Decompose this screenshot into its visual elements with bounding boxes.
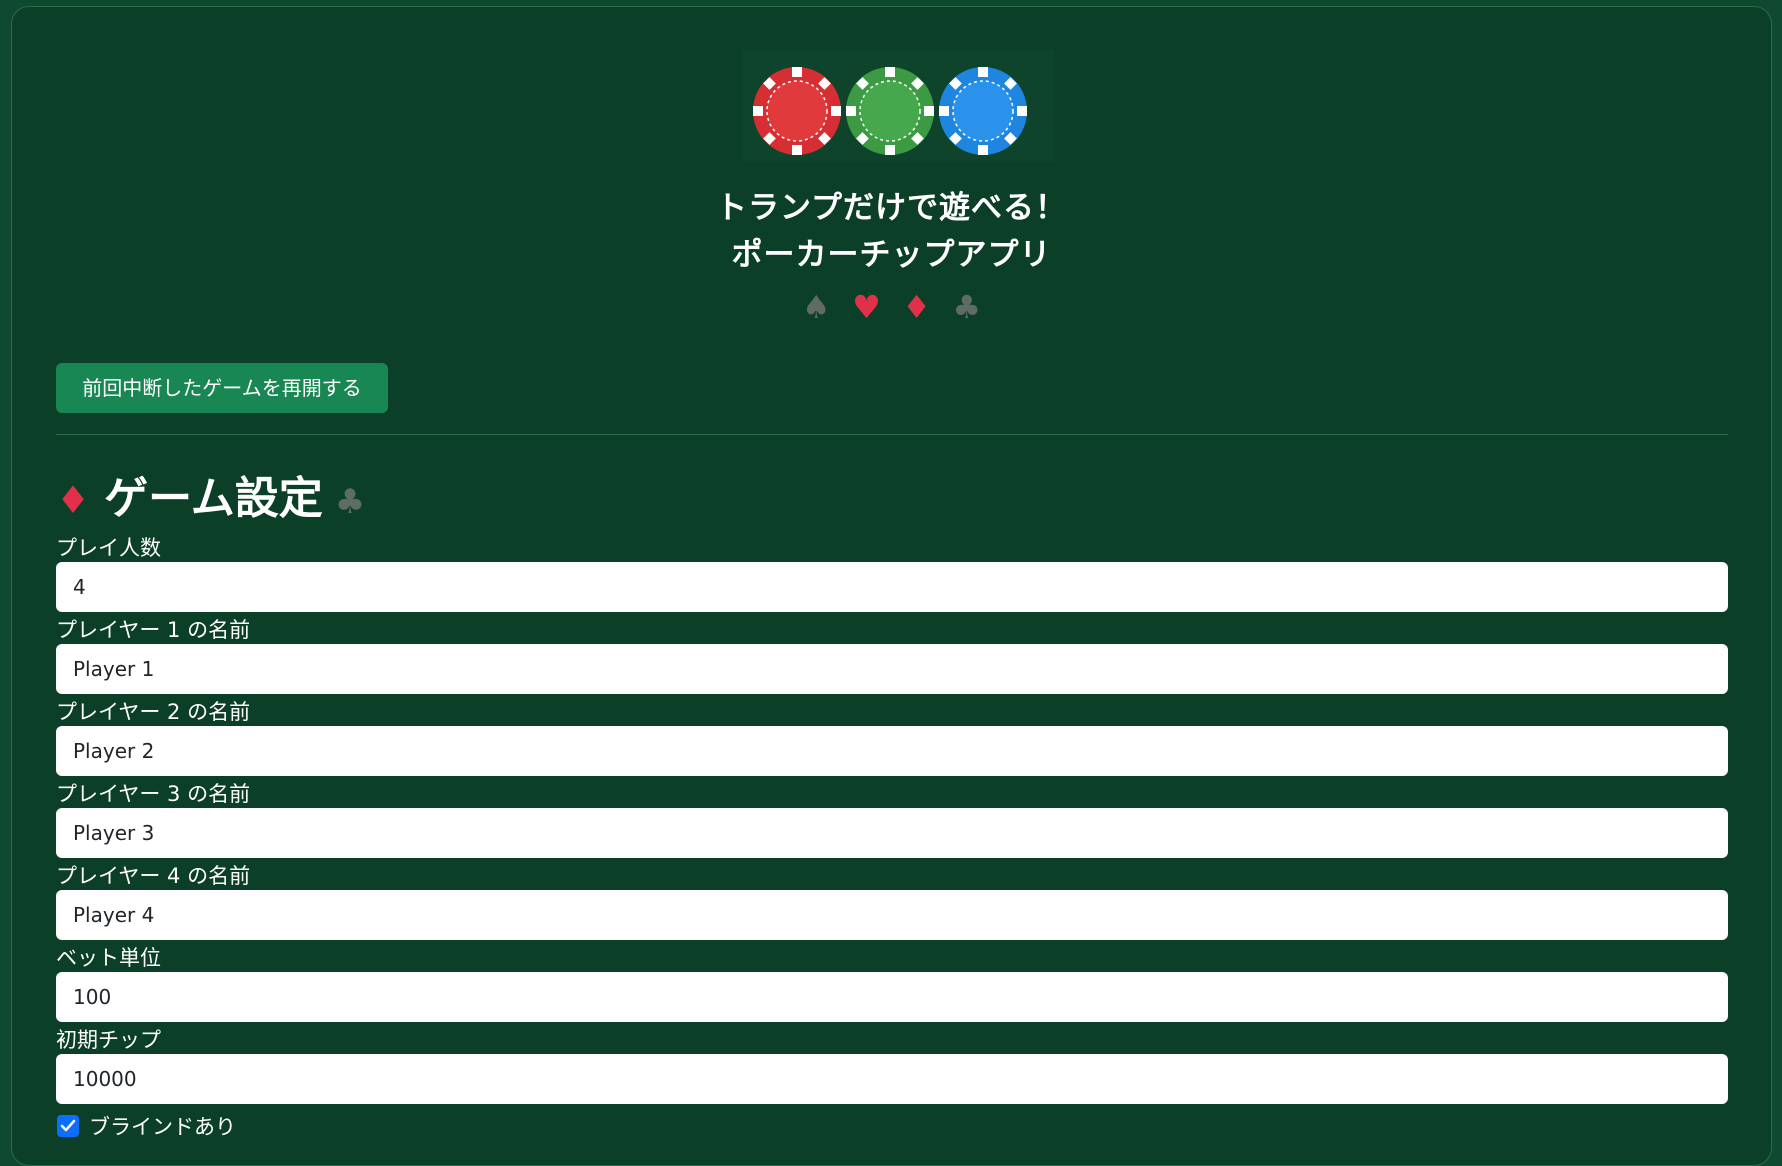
player-count-label: プレイ人数: [56, 536, 161, 560]
blind-checkbox-row[interactable]: ブラインドあり: [56, 1112, 236, 1140]
green-chip-icon: [846, 67, 934, 155]
player-1-name-label: プレイヤー 1 の名前: [56, 618, 251, 642]
main-panel: トランプだけで遊べる！ ポーカーチップアプリ ♠ ♥ ♦ ♣ 前回中断したゲーム…: [11, 6, 1772, 1166]
player-4-name-input[interactable]: [56, 890, 1728, 940]
initial-chips-input[interactable]: [56, 1054, 1728, 1104]
app-title-line2: ポーカーチップアプリ: [731, 237, 1052, 273]
spade-icon: ♠: [801, 288, 831, 326]
club-icon: ♣: [334, 482, 366, 522]
bet-unit-input[interactable]: [56, 972, 1728, 1022]
player-4-name-label: プレイヤー 4 の名前: [56, 864, 251, 888]
player-1-name-input[interactable]: [56, 644, 1728, 694]
blue-chip-icon: [939, 67, 1027, 155]
app-title-line1: トランプだけで遊べる！: [715, 190, 1068, 226]
chip-logo: [742, 50, 1054, 162]
diamond-icon: ♦: [902, 288, 931, 326]
heart-icon: ♥: [852, 288, 881, 326]
player-2-name-input[interactable]: [56, 726, 1728, 776]
player-3-name-label: プレイヤー 3 の名前: [56, 782, 251, 806]
bet-unit-label: ベット単位: [56, 946, 161, 970]
diamond-icon: ♦: [56, 478, 91, 522]
player-count-input[interactable]: [56, 562, 1728, 612]
resume-game-button[interactable]: 前回中断したゲームを再開する: [56, 363, 388, 413]
divider: [56, 434, 1728, 435]
initial-chips-label: 初期チップ: [56, 1028, 161, 1052]
blind-checkbox-label: ブラインドあり: [89, 1115, 236, 1139]
club-icon: ♣: [952, 288, 982, 326]
blind-checkbox[interactable]: [57, 1115, 79, 1137]
settings-title-text: ゲーム設定: [104, 473, 323, 524]
red-chip-icon: [753, 67, 841, 155]
player-3-name-input[interactable]: [56, 808, 1728, 858]
player-2-name-label: プレイヤー 2 の名前: [56, 700, 251, 724]
settings-title: ♦ ゲーム設定 ♣: [56, 469, 365, 529]
suit-icons: ♠ ♥ ♦ ♣: [12, 287, 1771, 327]
check-icon: [60, 1119, 76, 1132]
